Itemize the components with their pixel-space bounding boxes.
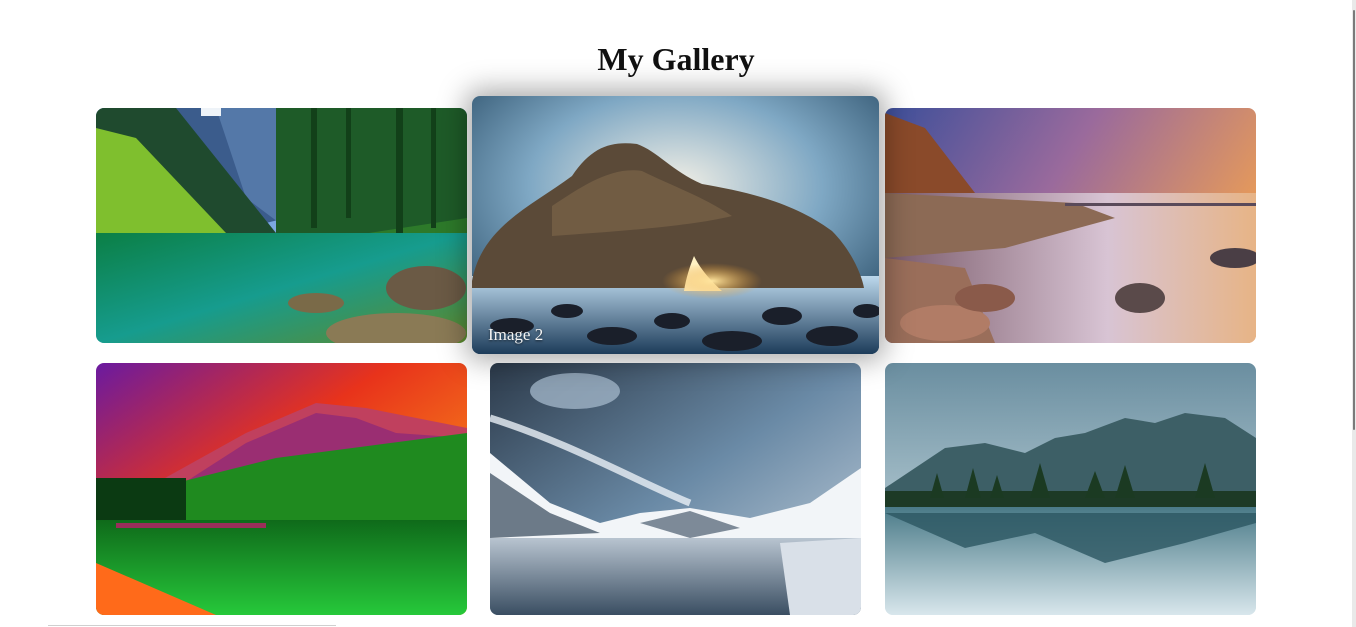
gallery-image-6[interactable] [885, 363, 1256, 615]
image-2-graphic [472, 96, 879, 354]
vertical-scrollbar[interactable] [1352, 0, 1356, 627]
image-2-caption: Image 2 [488, 325, 544, 344]
image-3-graphic [885, 108, 1256, 343]
gallery-image-2[interactable]: Image 2 [472, 96, 879, 354]
page: My Gallery Image 2 [0, 0, 1356, 627]
gallery-image-1[interactable] [96, 108, 467, 343]
gallery-image-4[interactable] [96, 363, 467, 615]
scrollbar-thumb[interactable] [1353, 10, 1355, 430]
image-6-graphic [885, 363, 1256, 615]
image-1-graphic [96, 108, 467, 343]
image-5-graphic [490, 363, 861, 615]
divider [48, 625, 336, 626]
gallery-image-5[interactable] [490, 363, 861, 615]
gallery-grid: Image 2 [0, 0, 1352, 627]
gallery-image-3[interactable] [885, 108, 1256, 343]
image-4-graphic [96, 363, 467, 615]
